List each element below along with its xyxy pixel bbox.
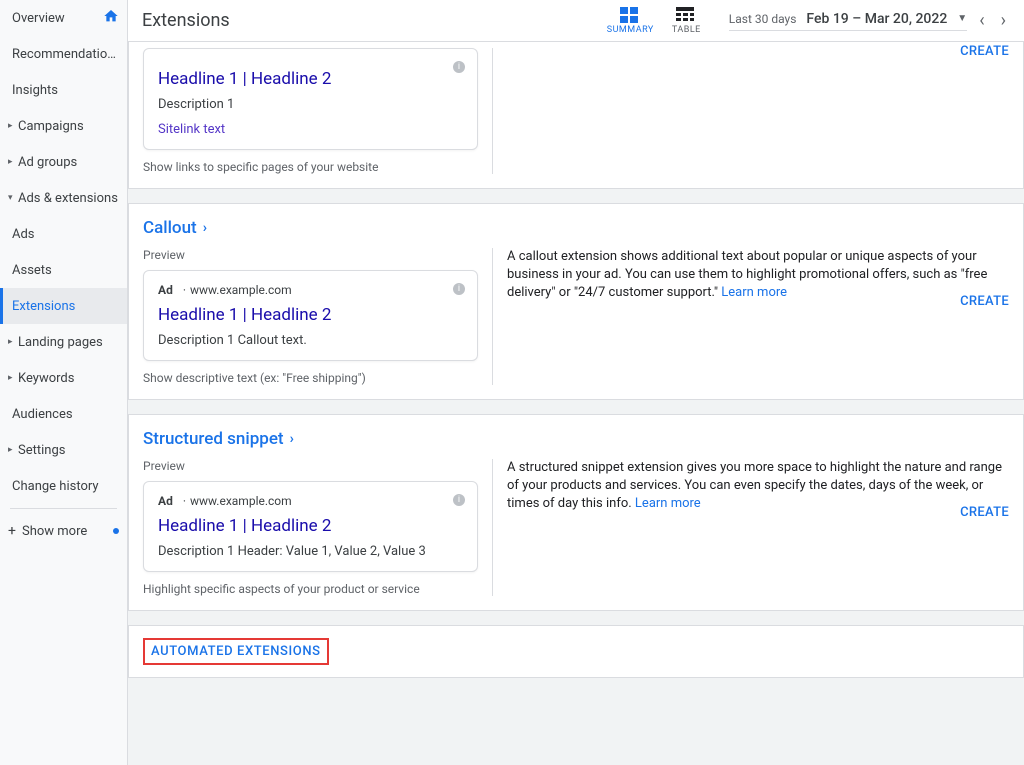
date-label: Last 30 days bbox=[729, 12, 797, 26]
caret-icon: ▸ bbox=[8, 373, 16, 383]
ad-domain: www.example.com bbox=[190, 494, 292, 508]
ad-domain: www.example.com bbox=[190, 283, 292, 297]
date-next-button[interactable]: › bbox=[997, 10, 1010, 31]
caret-icon: ▾ bbox=[8, 193, 16, 203]
learn-more-link[interactable]: Learn more bbox=[635, 496, 701, 511]
ad-headline: Headline 1 | Headline 2 bbox=[158, 516, 463, 536]
sidebar-item-insights[interactable]: Insights bbox=[0, 72, 127, 108]
notification-dot-icon bbox=[113, 528, 119, 534]
callout-title[interactable]: Callout › bbox=[143, 218, 207, 238]
sidebar-item-keywords[interactable]: ▸Keywords bbox=[0, 360, 127, 396]
view-summary-button[interactable]: SUMMARY bbox=[607, 7, 654, 35]
home-icon bbox=[103, 8, 119, 28]
sidebar-item-adgroups[interactable]: ▸Ad groups bbox=[0, 144, 127, 180]
snippet-title[interactable]: Structured snippet › bbox=[143, 429, 294, 449]
chevron-right-icon: › bbox=[290, 431, 294, 447]
info-icon[interactable]: i bbox=[453, 283, 465, 295]
view-toggle: SUMMARY TABLE bbox=[607, 7, 701, 35]
detail-column: A structured snippet extension gives you… bbox=[493, 459, 1009, 596]
ad-description: Description 1 bbox=[158, 97, 463, 112]
sidebar-item-campaigns[interactable]: ▸Campaigns bbox=[0, 108, 127, 144]
ad-sitelink: Sitelink text bbox=[158, 122, 463, 137]
ad-badge: Ad bbox=[158, 494, 173, 508]
date-value: Feb 19 – Mar 20, 2022 bbox=[806, 11, 947, 27]
ad-badge: Ad bbox=[158, 283, 173, 297]
label: Overview bbox=[12, 11, 103, 26]
sidebar-item-ads-extensions[interactable]: ▾Ads & extensions bbox=[0, 180, 127, 216]
preview-caption: Show descriptive text (ex: "Free shippin… bbox=[143, 371, 478, 385]
summary-icon bbox=[620, 7, 640, 23]
ad-description: Description 1 Callout text. bbox=[158, 333, 463, 348]
create-button[interactable]: CREATE bbox=[960, 294, 1009, 309]
caret-icon: ▸ bbox=[8, 157, 16, 167]
create-button[interactable]: CREATE bbox=[960, 44, 1009, 59]
callout-section: Callout › Preview i Ad · www.example.com bbox=[128, 203, 1024, 400]
ad-description: Description 1 Header: Value 1, Value 2, … bbox=[158, 544, 463, 559]
main: Extensions SUMMARY TABLE Last 30 days Fe… bbox=[128, 0, 1024, 765]
detail-column: CREATE bbox=[493, 48, 1009, 174]
preview-caption: Highlight specific aspects of your produ… bbox=[143, 582, 478, 596]
view-table-button[interactable]: TABLE bbox=[672, 7, 701, 35]
chevron-right-icon: › bbox=[203, 220, 207, 236]
date-range-picker[interactable]: Last 30 days Feb 19 – Mar 20, 2022 ▼ bbox=[729, 11, 967, 31]
automated-extensions-button[interactable]: AUTOMATED EXTENSIONS bbox=[143, 638, 329, 665]
caret-icon: ▸ bbox=[8, 121, 16, 131]
preview-label: Preview bbox=[143, 248, 478, 262]
preview-caption: Show links to specific pages of your web… bbox=[143, 160, 478, 174]
sidebar-item-audiences[interactable]: Audiences bbox=[0, 396, 127, 432]
sidebar: Overview Recommendations Insights ▸Campa… bbox=[0, 0, 128, 765]
sidebar-item-show-more[interactable]: + Show more bbox=[0, 513, 127, 549]
date-prev-button[interactable]: ‹ bbox=[975, 10, 988, 31]
preview-column: Preview i Ad · www.example.com Headline … bbox=[143, 459, 493, 596]
sidebar-item-assets[interactable]: Assets bbox=[0, 252, 127, 288]
ad-headline: Headline 1 | Headline 2 bbox=[158, 69, 463, 89]
chevron-down-icon: ▼ bbox=[957, 13, 967, 24]
detail-column: A callout extension shows additional tex… bbox=[493, 248, 1009, 385]
ad-preview-card: i Headline 1 | Headline 2 Description 1 … bbox=[143, 48, 478, 150]
sidebar-item-settings[interactable]: ▸Settings bbox=[0, 432, 127, 468]
automated-extensions-tab: AUTOMATED EXTENSIONS bbox=[128, 625, 1024, 678]
preview-column: Preview i Ad · www.example.com Headline … bbox=[143, 248, 493, 385]
sidebar-item-extensions[interactable]: Extensions bbox=[0, 288, 127, 324]
sidebar-item-recommendations[interactable]: Recommendations bbox=[0, 36, 127, 72]
sitelink-section: i Headline 1 | Headline 2 Description 1 … bbox=[128, 42, 1024, 189]
create-button[interactable]: CREATE bbox=[960, 505, 1009, 520]
sidebar-item-change-history[interactable]: Change history bbox=[0, 468, 127, 504]
table-icon bbox=[676, 7, 696, 23]
preview-label: Preview bbox=[143, 459, 478, 473]
sidebar-item-ads[interactable]: Ads bbox=[0, 216, 127, 252]
caret-icon: ▸ bbox=[8, 445, 16, 455]
plus-icon: + bbox=[8, 523, 18, 539]
content-area: i Headline 1 | Headline 2 Description 1 … bbox=[128, 42, 1024, 765]
structured-snippet-section: Structured snippet › Preview i Ad · www.… bbox=[128, 414, 1024, 611]
info-icon[interactable]: i bbox=[453, 494, 465, 506]
topbar: Extensions SUMMARY TABLE Last 30 days Fe… bbox=[128, 0, 1024, 42]
sidebar-item-overview[interactable]: Overview bbox=[0, 0, 127, 36]
preview-column: i Headline 1 | Headline 2 Description 1 … bbox=[143, 48, 493, 174]
page-title: Extensions bbox=[142, 10, 230, 31]
detail-text: A callout extension shows additional tex… bbox=[507, 248, 1009, 303]
learn-more-link[interactable]: Learn more bbox=[721, 285, 787, 300]
detail-text: A structured snippet extension gives you… bbox=[507, 459, 1009, 514]
ad-preview-card: i Ad · www.example.com Headline 1 | Head… bbox=[143, 481, 478, 572]
info-icon[interactable]: i bbox=[453, 61, 465, 73]
ad-headline: Headline 1 | Headline 2 bbox=[158, 305, 463, 325]
ad-preview-card: i Ad · www.example.com Headline 1 | Head… bbox=[143, 270, 478, 361]
caret-icon: ▸ bbox=[8, 337, 16, 347]
sidebar-item-landing-pages[interactable]: ▸Landing pages bbox=[0, 324, 127, 360]
divider bbox=[10, 508, 117, 509]
